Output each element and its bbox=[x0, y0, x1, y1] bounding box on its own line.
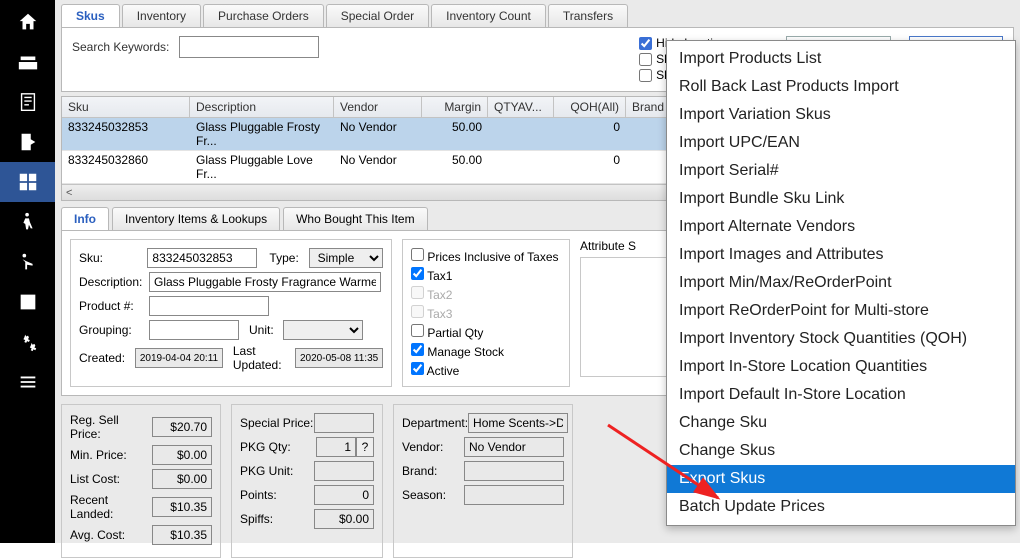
department-field[interactable] bbox=[468, 413, 568, 433]
main-tabs: Skus Inventory Purchase Orders Special O… bbox=[55, 0, 1020, 27]
unit-label: Unit: bbox=[249, 323, 279, 337]
scroll-left-icon[interactable]: < bbox=[66, 187, 72, 199]
menu-item-import-inventory-stock-quantities-qoh-[interactable]: Import Inventory Stock Quantities (QOH) bbox=[667, 325, 1015, 353]
pkg-qty[interactable] bbox=[316, 437, 356, 457]
spiffs[interactable] bbox=[314, 509, 374, 529]
col-desc[interactable]: Description bbox=[190, 97, 334, 117]
reg-price[interactable] bbox=[152, 417, 212, 437]
menu-item-roll-back-last-products-import[interactable]: Roll Back Last Products Import bbox=[667, 73, 1015, 101]
nav-report[interactable] bbox=[0, 282, 55, 322]
menu-item-import-variation-skus[interactable]: Import Variation Skus bbox=[667, 101, 1015, 129]
type-label: Type: bbox=[269, 251, 304, 265]
updated-label: Last Updated: bbox=[233, 344, 291, 372]
brand-field[interactable] bbox=[464, 461, 564, 481]
pkg-qty-help[interactable]: ? bbox=[356, 437, 374, 457]
tab-inventory[interactable]: Inventory bbox=[122, 4, 201, 27]
menu-item-import-serial-[interactable]: Import Serial# bbox=[667, 157, 1015, 185]
menu-item-import-upc-ean[interactable]: Import UPC/EAN bbox=[667, 129, 1015, 157]
menu-item-import-images-and-attributes[interactable]: Import Images and Attributes bbox=[667, 241, 1015, 269]
pkg-unit[interactable] bbox=[314, 461, 374, 481]
nav-invoice[interactable] bbox=[0, 82, 55, 122]
season-field[interactable] bbox=[464, 485, 564, 505]
nav-walking[interactable] bbox=[0, 202, 55, 242]
chk-tax1[interactable]: Tax1 bbox=[411, 267, 561, 283]
prodnum-field[interactable] bbox=[149, 296, 269, 316]
tab-who-bought[interactable]: Who Bought This Item bbox=[283, 207, 428, 230]
avg-cost[interactable] bbox=[152, 525, 212, 545]
chk-managestock[interactable]: Manage Stock bbox=[411, 343, 561, 359]
type-select[interactable]: Simple bbox=[309, 248, 383, 268]
search-input[interactable] bbox=[179, 36, 319, 58]
menu-item-import-alternate-vendors[interactable]: Import Alternate Vendors bbox=[667, 213, 1015, 241]
gears-icon bbox=[17, 331, 39, 353]
col-qtyav[interactable]: QTYAV... bbox=[488, 97, 554, 117]
nav-menu[interactable] bbox=[0, 362, 55, 402]
tab-transfers[interactable]: Transfers bbox=[548, 4, 628, 27]
created-label: Created: bbox=[79, 351, 131, 365]
report-icon bbox=[17, 291, 39, 313]
tab-count[interactable]: Inventory Count bbox=[431, 4, 546, 27]
list-cost[interactable] bbox=[152, 469, 212, 489]
nav-home[interactable] bbox=[0, 2, 55, 42]
nav-grid[interactable] bbox=[0, 162, 55, 202]
search-label: Search Keywords: bbox=[72, 36, 169, 58]
tab-skus[interactable]: Skus bbox=[61, 4, 120, 27]
menu-item-import-in-store-location-quantities[interactable]: Import In-Store Location Quantities bbox=[667, 353, 1015, 381]
unit-select[interactable] bbox=[283, 320, 363, 340]
min-price[interactable] bbox=[152, 445, 212, 465]
nav-export[interactable] bbox=[0, 122, 55, 162]
cart-icon bbox=[17, 251, 39, 273]
chk-active[interactable]: Active bbox=[411, 362, 561, 378]
desc-field[interactable] bbox=[149, 272, 381, 292]
invoice-icon bbox=[17, 91, 39, 113]
desc-label: Description: bbox=[79, 275, 145, 289]
main-area: Skus Inventory Purchase Orders Special O… bbox=[55, 0, 1020, 543]
menu-item-import-bundle-sku-link[interactable]: Import Bundle Sku Link bbox=[667, 185, 1015, 213]
tab-special[interactable]: Special Order bbox=[326, 4, 429, 27]
tab-po[interactable]: Purchase Orders bbox=[203, 4, 324, 27]
nav-rail bbox=[0, 0, 55, 543]
nav-settings[interactable] bbox=[0, 322, 55, 362]
home-icon bbox=[17, 11, 39, 33]
points[interactable] bbox=[314, 485, 374, 505]
nav-pushing[interactable] bbox=[0, 242, 55, 282]
export-icon bbox=[17, 131, 39, 153]
tab-info[interactable]: Info bbox=[61, 207, 109, 230]
col-qoh[interactable]: QOH(All) bbox=[554, 97, 626, 117]
sku-label: Sku: bbox=[79, 251, 143, 265]
grouping-field[interactable] bbox=[149, 320, 239, 340]
nav-register[interactable] bbox=[0, 42, 55, 82]
menu-item-import-products-list[interactable]: Import Products List bbox=[667, 45, 1015, 73]
menu-item-import-min-max-reorderpoint[interactable]: Import Min/Max/ReOrderPoint bbox=[667, 269, 1015, 297]
grouping-label: Grouping: bbox=[79, 323, 145, 337]
chk-tax2: Tax2 bbox=[411, 286, 561, 302]
updated-field bbox=[295, 348, 383, 368]
special-price[interactable] bbox=[314, 413, 374, 433]
vendor-field[interactable] bbox=[464, 437, 564, 457]
menu-item-import-default-in-store-location[interactable]: Import Default In-Store Location bbox=[667, 381, 1015, 409]
prodnum-label: Product #: bbox=[79, 299, 145, 313]
col-sku[interactable]: Sku bbox=[62, 97, 190, 117]
chk-partial[interactable]: Partial Qty bbox=[411, 324, 561, 340]
recent-landed[interactable] bbox=[152, 497, 212, 517]
col-vendor[interactable]: Vendor bbox=[334, 97, 422, 117]
chk-tax3: Tax3 bbox=[411, 305, 561, 321]
annotation-arrow bbox=[603, 420, 733, 510]
sku-field[interactable] bbox=[147, 248, 257, 268]
menu-item-import-reorderpoint-for-multi-store[interactable]: Import ReOrderPoint for Multi-store bbox=[667, 297, 1015, 325]
created-field bbox=[135, 348, 223, 368]
menu-icon bbox=[17, 371, 39, 393]
col-margin[interactable]: Margin bbox=[422, 97, 488, 117]
chk-inclusive[interactable]: Prices Inclusive of Taxes bbox=[411, 248, 561, 264]
tab-inv-items[interactable]: Inventory Items & Lookups bbox=[112, 207, 280, 230]
register-icon bbox=[17, 51, 39, 73]
person-icon bbox=[17, 211, 39, 233]
grid-icon bbox=[17, 171, 39, 193]
